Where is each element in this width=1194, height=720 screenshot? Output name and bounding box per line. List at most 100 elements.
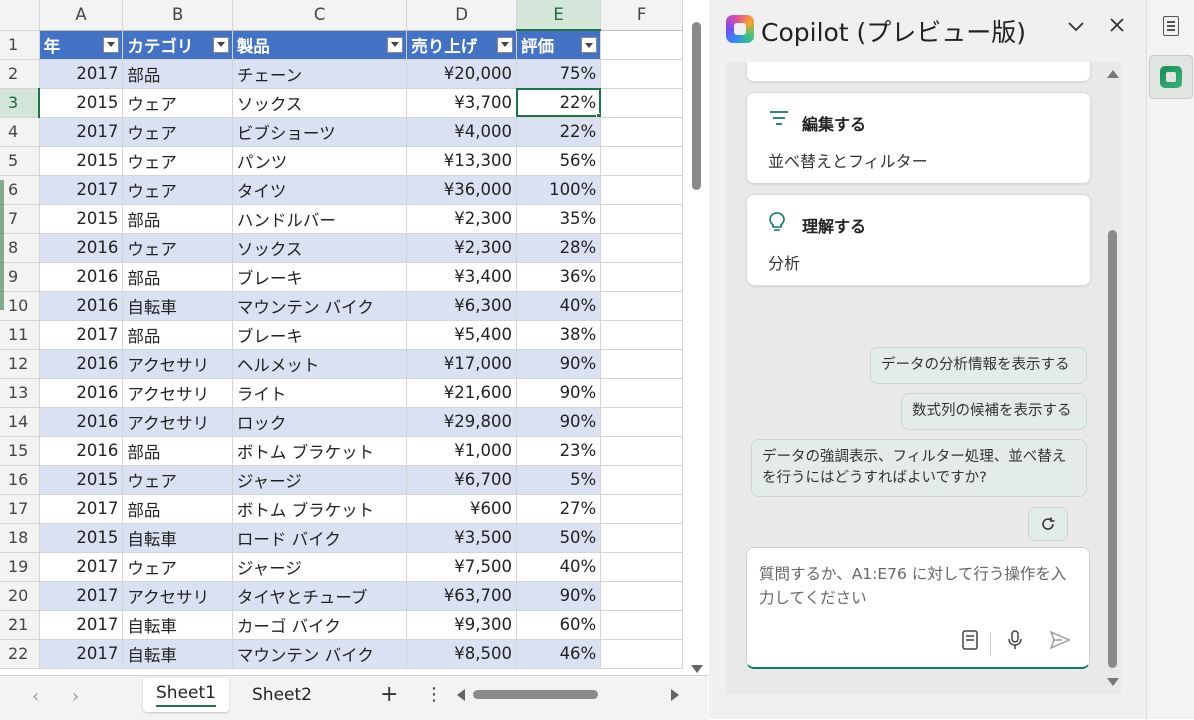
column-header-e[interactable]: E — [516, 0, 602, 31]
cell-year[interactable]: 2017 — [39, 610, 124, 640]
cell-sales[interactable]: ¥8,500 — [406, 639, 517, 669]
cell-product[interactable]: マウンテン バイク — [232, 639, 408, 669]
cell-sales[interactable]: ¥2,300 — [406, 204, 517, 234]
cell-category[interactable]: 部品 — [122, 59, 233, 89]
empty-cell[interactable] — [600, 204, 683, 234]
cell-rating[interactable]: 22% — [516, 88, 602, 118]
cell-year[interactable]: 2017 — [39, 320, 124, 350]
row-header[interactable]: 20 — [0, 581, 40, 611]
empty-cell[interactable] — [600, 262, 683, 292]
cell-product[interactable]: ヘルメット — [232, 349, 408, 379]
table-row[interactable]: 10 2016 自転車 マウンテン バイク ¥6,300 40% — [0, 291, 683, 321]
row-header[interactable]: 3 — [0, 88, 41, 118]
cell-year[interactable]: 2017 — [39, 552, 124, 582]
scroll-right-arrow-icon[interactable] — [671, 689, 679, 701]
sheet-tab-sheet1[interactable]: Sheet1 — [143, 678, 229, 712]
card-understand[interactable]: 理解する 分析 — [746, 194, 1091, 286]
table-header-year[interactable]: 年 — [39, 30, 124, 60]
table-row[interactable]: 17 2017 部品 ボトム ブラケット ¥600 27% — [0, 494, 683, 524]
row-header[interactable]: 21 — [0, 610, 40, 640]
cell-year[interactable]: 2015 — [39, 204, 124, 234]
cell-sales[interactable]: ¥36,000 — [406, 175, 517, 205]
cell-category[interactable]: 部品 — [122, 494, 233, 524]
cell-category[interactable]: 自転車 — [122, 523, 233, 553]
empty-cell[interactable] — [600, 88, 683, 118]
cell-category[interactable]: ウェア — [122, 465, 233, 495]
column-header-a[interactable]: A — [39, 0, 124, 31]
cell-sales[interactable]: ¥6,300 — [406, 291, 517, 321]
microphone-icon[interactable] — [1007, 630, 1023, 655]
row-header[interactable]: 14 — [0, 407, 40, 437]
row-header[interactable]: 13 — [0, 378, 40, 408]
cell-sales[interactable]: ¥3,400 — [406, 262, 517, 292]
cell-rating[interactable]: 40% — [516, 291, 602, 321]
table-row[interactable]: 15 2016 部品 ボトム ブラケット ¥1,000 23% — [0, 436, 683, 466]
cell-year[interactable]: 2017 — [39, 117, 124, 147]
cell-year[interactable]: 2016 — [39, 262, 124, 292]
prompt-guide-icon[interactable] — [961, 630, 979, 655]
cell-product[interactable]: チェーン — [232, 59, 408, 89]
cell-sales[interactable]: ¥2,300 — [406, 233, 517, 263]
cell-sales[interactable]: ¥9,300 — [406, 610, 517, 640]
cell-rating[interactable]: 56% — [516, 146, 602, 176]
empty-cell[interactable] — [600, 494, 683, 524]
table-row[interactable]: 19 2017 ウェア ジャージ ¥7,500 40% — [0, 552, 683, 582]
row-header[interactable]: 4 — [0, 117, 40, 147]
chevron-down-icon[interactable] — [1067, 17, 1085, 38]
cell-sales[interactable]: ¥20,000 — [406, 59, 517, 89]
cell-rating[interactable]: 23% — [516, 436, 602, 466]
cell-rating[interactable]: 46% — [516, 639, 602, 669]
scroll-left-arrow-icon[interactable] — [457, 689, 465, 701]
column-header-c[interactable]: C — [232, 0, 408, 31]
scroll-down-arrow-icon[interactable] — [1107, 678, 1119, 686]
cell-sales[interactable]: ¥1,000 — [406, 436, 517, 466]
select-all-corner[interactable] — [0, 0, 40, 31]
copilot-prompt-box[interactable] — [746, 547, 1090, 669]
empty-cell[interactable] — [600, 117, 683, 147]
empty-cell[interactable] — [600, 407, 683, 437]
column-header-f[interactable]: F — [600, 0, 683, 31]
row-header[interactable]: 10 — [0, 291, 40, 321]
row-header[interactable]: 9 — [0, 262, 40, 292]
cell-sales[interactable]: ¥4,000 — [406, 117, 517, 147]
cell-rating[interactable]: 5% — [516, 465, 602, 495]
column-header-b[interactable]: B — [122, 0, 233, 31]
table-row[interactable]: 5 2015 ウェア パンツ ¥13,300 56% — [0, 146, 683, 176]
cell-product[interactable]: ジャージ — [232, 465, 408, 495]
filter-dropdown-icon[interactable] — [387, 36, 404, 53]
cell-year[interactable]: 2016 — [39, 349, 124, 379]
copilot-rail-button[interactable] — [1149, 55, 1193, 99]
cell-rating[interactable]: 22% — [516, 117, 602, 147]
cell-product[interactable]: ジャージ — [232, 552, 408, 582]
row-header[interactable]: 22 — [0, 639, 40, 669]
cell-rating[interactable]: 90% — [516, 349, 602, 379]
cell-product[interactable]: ビブショーツ — [232, 117, 408, 147]
row-header[interactable]: 16 — [0, 465, 40, 495]
cell-category[interactable]: 自転車 — [122, 610, 233, 640]
cell-rating[interactable]: 90% — [516, 378, 602, 408]
row-header[interactable]: 5 — [0, 146, 40, 176]
table-row[interactable]: 20 2017 アクセサリ タイヤとチューブ ¥63,700 90% — [0, 581, 683, 611]
copilot-scrollbar[interactable] — [1106, 62, 1120, 694]
cell-category[interactable]: アクセサリ — [122, 378, 233, 408]
cell-year[interactable]: 2017 — [39, 59, 124, 89]
filter-dropdown-icon[interactable] — [581, 37, 598, 53]
cell-category[interactable]: ウェア — [122, 233, 233, 263]
table-row[interactable]: 14 2016 アクセサリ ロック ¥29,800 90% — [0, 407, 683, 437]
more-options-icon[interactable]: ⋮ — [425, 684, 443, 705]
cell-rating[interactable]: 90% — [516, 407, 602, 437]
cell-rating[interactable]: 75% — [516, 59, 602, 89]
cell-sales[interactable]: ¥17,000 — [406, 349, 517, 379]
empty-cell[interactable] — [600, 465, 683, 495]
cell-product[interactable]: ロード バイク — [232, 523, 408, 553]
suggestion-chip[interactable]: データの強調表示、フィルター処理、並べ替えを行うにはどうすればよいですか? — [751, 439, 1087, 497]
row-header[interactable]: 19 — [0, 552, 40, 582]
cell-category[interactable]: ウェア — [122, 88, 233, 118]
cell-sales[interactable]: ¥6,700 — [406, 465, 517, 495]
cell-category[interactable]: ウェア — [122, 552, 233, 582]
empty-cell[interactable] — [600, 523, 683, 553]
cell-category[interactable]: 部品 — [122, 262, 233, 292]
cell-year[interactable]: 2016 — [39, 291, 124, 321]
cell-rating[interactable]: 35% — [516, 204, 602, 234]
table-row[interactable]: 4 2017 ウェア ビブショーツ ¥4,000 22% — [0, 117, 683, 147]
